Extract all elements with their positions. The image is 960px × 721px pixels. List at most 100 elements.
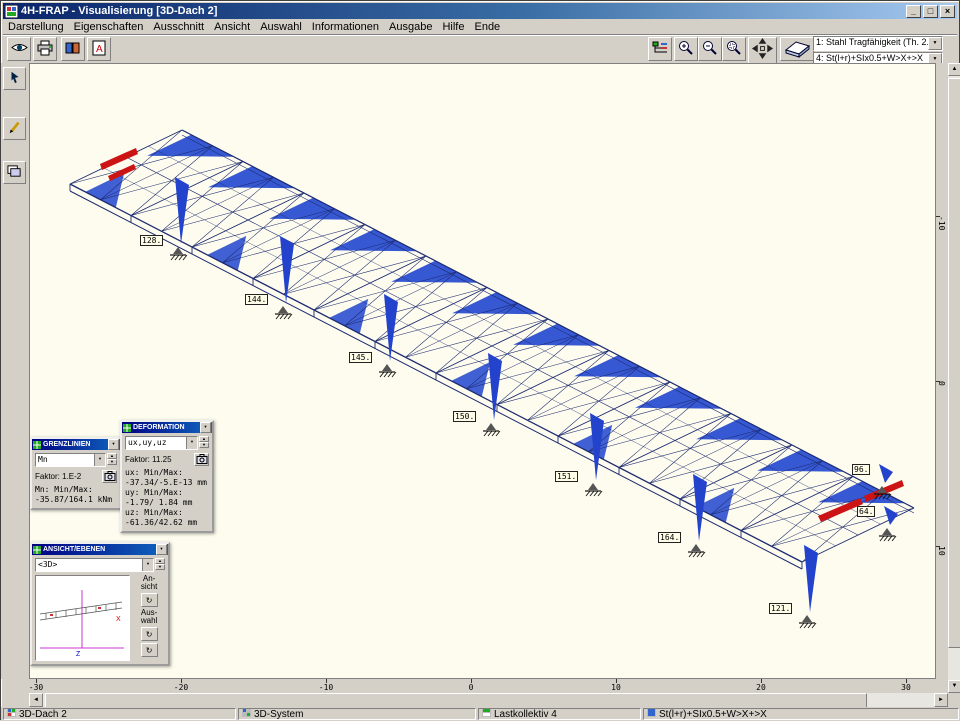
scroll-down-button[interactable]: ▼ [948,680,960,693]
horizontal-scroll-thumb[interactable] [45,693,867,708]
library-button[interactable] [61,37,85,61]
x-tick-label: 0 [469,683,474,692]
panel-grenzlinien: GRENZLINIEN ▼ Mn ▼ ▲ ▼ Faktor: 1.E-2 [30,437,122,510]
rotate-view-button[interactable]: ↻ [141,593,158,607]
grenzlinien-options-button[interactable] [102,470,117,483]
y-tick-label: 10 [937,546,946,556]
window-controls: _ □ × [906,5,955,18]
chevron-down-icon[interactable]: ▼ [142,559,153,571]
deformation-dropdown-value: ux,uy,uz [126,437,186,449]
node-label: 150. [453,411,476,422]
rollup-button[interactable]: ▼ [200,422,211,433]
attributes-button[interactable]: A [87,37,111,61]
chevron-down-icon[interactable]: ▼ [186,437,197,449]
tree-list-icon [652,40,668,59]
deformation-options-button[interactable] [194,453,209,466]
status-cell-loadcollective: Lastkollektiv 4 [478,708,641,720]
rotate-selection-button-2[interactable]: ↻ [141,643,158,657]
grenzlinien-result-dropdown[interactable]: Mn ▼ [35,453,106,467]
panel-ansicht-titlebar[interactable]: ANSICHT/EBENEN ▼ [32,544,168,555]
chevron-down-icon[interactable]: ▼ [94,454,105,466]
result-combo[interactable]: 1: Stahl Tragfähigkeit (Th. 2. O ▼ [813,36,943,51]
zoom-in-icon [678,40,694,59]
layers-tool-button[interactable] [3,161,26,184]
menu-item-auswahl[interactable]: Auswahl [255,21,307,33]
menu-item-ende[interactable]: Ende [469,21,505,33]
node-label: 121. [769,603,792,614]
grenzlinien-faktor-label: Faktor: 1.E-2 [35,472,81,481]
x-tick-label: -10 [319,683,333,692]
result-tree-button[interactable] [648,37,672,61]
panel-deformation-titlebar[interactable]: DEFORMATION ▼ [122,422,212,433]
zoom-in-button[interactable] [674,37,698,61]
deformation-line: uy: Min/Max: [125,488,209,498]
close-button[interactable]: × [940,5,955,18]
result-combo-value: 1: Stahl Tragfähigkeit (Th. 2. O [814,37,942,48]
view-dropdown[interactable]: <3D> ▼ [35,558,154,572]
left-tool-strip [1,63,29,679]
y-tick-label: -10 [937,216,946,230]
view-spinner: ▲ ▼ [155,558,165,572]
app-icon [5,5,18,18]
rollup-button[interactable]: ▼ [156,544,167,555]
scrollbar-corner [948,693,960,707]
status-cell-combination: St(l+r)+SIx0.5+W>X+>X [643,708,959,720]
pan-arrows-icon [751,37,774,65]
view-3d-button[interactable] [780,37,814,61]
menu-item-eigenschaften[interactable]: Eigenschaften [69,21,149,33]
status-cell-project: 3D-Dach 2 [3,708,236,720]
x-tick-label: 20 [756,683,766,692]
scroll-left-button[interactable]: ◄ [29,693,43,707]
node-label: 64. [857,506,875,517]
node-label: 144. [245,294,268,305]
spinner-down-button[interactable]: ▼ [155,564,165,570]
maximize-button[interactable]: □ [923,5,938,18]
panel-title: DEFORMATION [133,424,198,431]
view-mode-button[interactable] [7,37,31,61]
menu-item-darstellung[interactable]: Darstellung [3,21,69,33]
panel-grenzlinien-titlebar[interactable]: GRENZLINIEN ▼ [32,439,120,450]
grenzlinien-result-value: -35.87/164.1 kNm [35,495,117,505]
menu-bar: Darstellung Eigenschaften Ausschnitt Ans… [3,19,957,35]
scroll-right-button[interactable]: ► [934,693,948,707]
drawing-canvas[interactable]: GRENZLINIEN ▼ Mn ▼ ▲ ▼ Faktor: 1.E-2 [29,63,936,679]
menu-item-ausschnitt[interactable]: Ausschnitt [148,21,209,33]
view-preview[interactable]: X Z [35,575,130,661]
spinner-down-button[interactable]: ▼ [199,442,209,448]
edit-tool-button[interactable] [3,117,26,140]
menu-item-ausgabe[interactable]: Ausgabe [384,21,437,33]
menu-item-ansicht[interactable]: Ansicht [209,21,255,33]
pointer-icon [8,70,22,87]
deformation-component-dropdown[interactable]: ux,uy,uz ▼ [125,436,198,450]
menu-item-hilfe[interactable]: Hilfe [437,21,469,33]
chevron-down-icon[interactable]: ▼ [928,37,942,50]
status-icon [242,708,251,720]
spinner-down-button[interactable]: ▼ [107,459,117,465]
view-actions: An- sicht ↻ Aus- wahl ↻ ↻ [133,575,165,661]
minimize-button[interactable]: _ [906,5,921,18]
print-button[interactable] [33,37,57,61]
vertical-scrollbar[interactable]: ▲ ▼ [948,63,960,693]
zoom-window-button[interactable] [722,37,746,61]
horizontal-scrollbar[interactable]: ◄ ► [29,693,948,707]
camera-icon [196,452,208,467]
grenzlinien-result-label: Mn: Min/Max: [35,485,117,495]
rotate-selection-button[interactable]: ↻ [141,627,158,641]
zoom-out-icon [702,40,718,59]
vertical-scroll-track[interactable] [948,76,960,680]
rollup-button[interactable]: ▼ [108,439,119,450]
scroll-up-button[interactable]: ▲ [948,63,960,76]
horizontal-scroll-track[interactable] [43,693,934,707]
select-tool-button[interactable] [3,67,26,90]
x-tick-label: 30 [901,683,911,692]
status-icon [482,708,491,720]
auswahl-label: Aus- wahl [141,609,157,625]
application-window: 4H-FRAP - Visualisierung [3D-Dach 2] _ □… [0,0,960,720]
title-bar[interactable]: 4H-FRAP - Visualisierung [3D-Dach 2] _ □… [3,3,957,19]
zoom-out-button[interactable] [698,37,722,61]
node-label: 164. [658,532,681,543]
menu-item-informationen[interactable]: Informationen [307,21,384,33]
books-icon [65,40,81,59]
pan-control[interactable] [748,37,777,64]
vertical-scroll-thumb[interactable] [948,78,960,648]
